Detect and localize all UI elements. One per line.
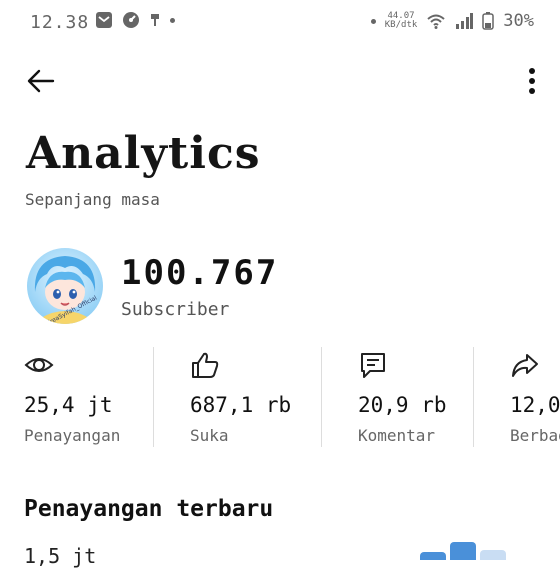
page-subtitle: Sepanjang masa [25, 190, 160, 209]
avatar-image: KreaSyifah_Official [27, 248, 103, 324]
divider [473, 347, 474, 447]
stat-views-label: Penayangan [24, 426, 121, 445]
stat-comments-value: 20,9 rb [358, 393, 447, 417]
channel-avatar[interactable]: KreaSyifah_Official [27, 248, 103, 324]
arrow-left-icon [27, 69, 55, 93]
divider [153, 347, 154, 447]
network-speed-unit: KB/dtk [384, 20, 418, 30]
usb-icon [151, 14, 159, 26]
share-icon [512, 354, 538, 377]
status-bar: 12.38 44.07 KB/dtk 30% [0, 0, 560, 44]
comment-icon [361, 353, 385, 378]
network-speed: 44.07 KB/dtk [385, 12, 418, 30]
dot-icon [370, 18, 376, 24]
subscriber-count: 100.767 [121, 253, 279, 293]
stat-comments-label: Komentar [358, 426, 436, 445]
more-vertical-icon [529, 68, 535, 94]
status-time: 12.38 [30, 12, 90, 33]
wifi-icon [427, 14, 445, 29]
eye-icon [24, 358, 54, 372]
back-button[interactable] [26, 66, 56, 96]
signal-icon [456, 13, 474, 29]
subscriber-label: Subscriber [121, 299, 230, 320]
status-icons-right: 44.07 KB/dtk 30% [370, 11, 534, 31]
dot-icon [170, 17, 175, 23]
stat-shares-value: 12,0 [510, 393, 560, 417]
thumbs-up-icon [192, 352, 219, 378]
stat-likes-label: Suka [190, 426, 229, 445]
stat-likes-value: 687,1 rb [190, 393, 292, 417]
stat-shares[interactable]: 12,0 Berbag [510, 345, 560, 449]
stat-views[interactable]: 25,4 jt Penayangan [24, 345, 194, 449]
recent-views-value: 1,5 jt [24, 544, 97, 568]
chart-bar [450, 542, 476, 560]
divider [321, 347, 322, 447]
recent-views-chart [420, 542, 506, 560]
stat-likes[interactable]: 687,1 rb Suka [190, 345, 360, 449]
section-title-recent-views: Penayangan terbaru [24, 496, 274, 522]
stat-views-value: 25,4 jt [24, 393, 113, 417]
battery-percent: 30% [503, 11, 534, 31]
speedometer-icon [123, 12, 139, 28]
stats-row: 25,4 jt Penayangan 687,1 rb Suka 20,9 rb… [0, 345, 560, 449]
stat-comments[interactable]: 20,9 rb Komentar [358, 345, 528, 449]
chart-bar [420, 552, 446, 560]
more-options-button[interactable] [526, 66, 538, 98]
stat-shares-label: Berbag [510, 426, 560, 445]
mail-icon [96, 12, 112, 28]
battery-icon [482, 12, 495, 30]
page-title: Analytics [26, 128, 261, 179]
chart-bar [480, 550, 506, 560]
status-icons-left [95, 11, 175, 29]
